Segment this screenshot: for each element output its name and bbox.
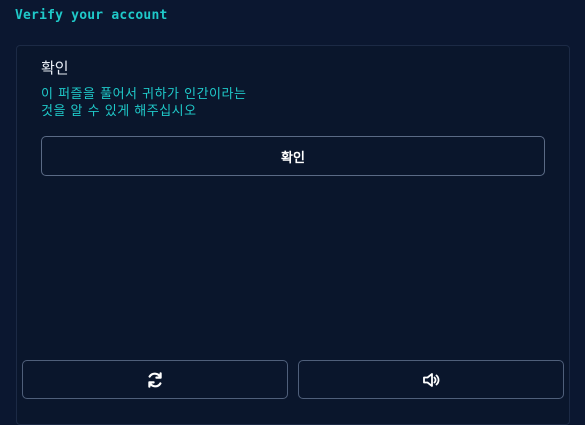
instructions-line-1: 이 퍼즐을 풀어서 귀하가 인간이라는 bbox=[41, 87, 247, 102]
instructions-line-2: 것을 알 수 있게 해주십시오 bbox=[41, 104, 197, 119]
audio-challenge-button[interactable] bbox=[298, 360, 564, 399]
refresh-icon bbox=[145, 370, 165, 390]
speaker-icon bbox=[421, 370, 441, 390]
challenge-instructions: 이 퍼즐을 풀어서 귀하가 인간이라는 것을 알 수 있게 해주십시오 bbox=[41, 86, 341, 120]
page-title: Verify your account bbox=[15, 8, 168, 23]
challenge-title: 확인 bbox=[41, 59, 69, 77]
refresh-button[interactable] bbox=[22, 360, 288, 399]
verification-panel: 확인 이 퍼즐을 풀어서 귀하가 인간이라는 것을 알 수 있게 해주십시오 확… bbox=[16, 45, 570, 425]
confirm-button[interactable]: 확인 bbox=[41, 136, 545, 176]
